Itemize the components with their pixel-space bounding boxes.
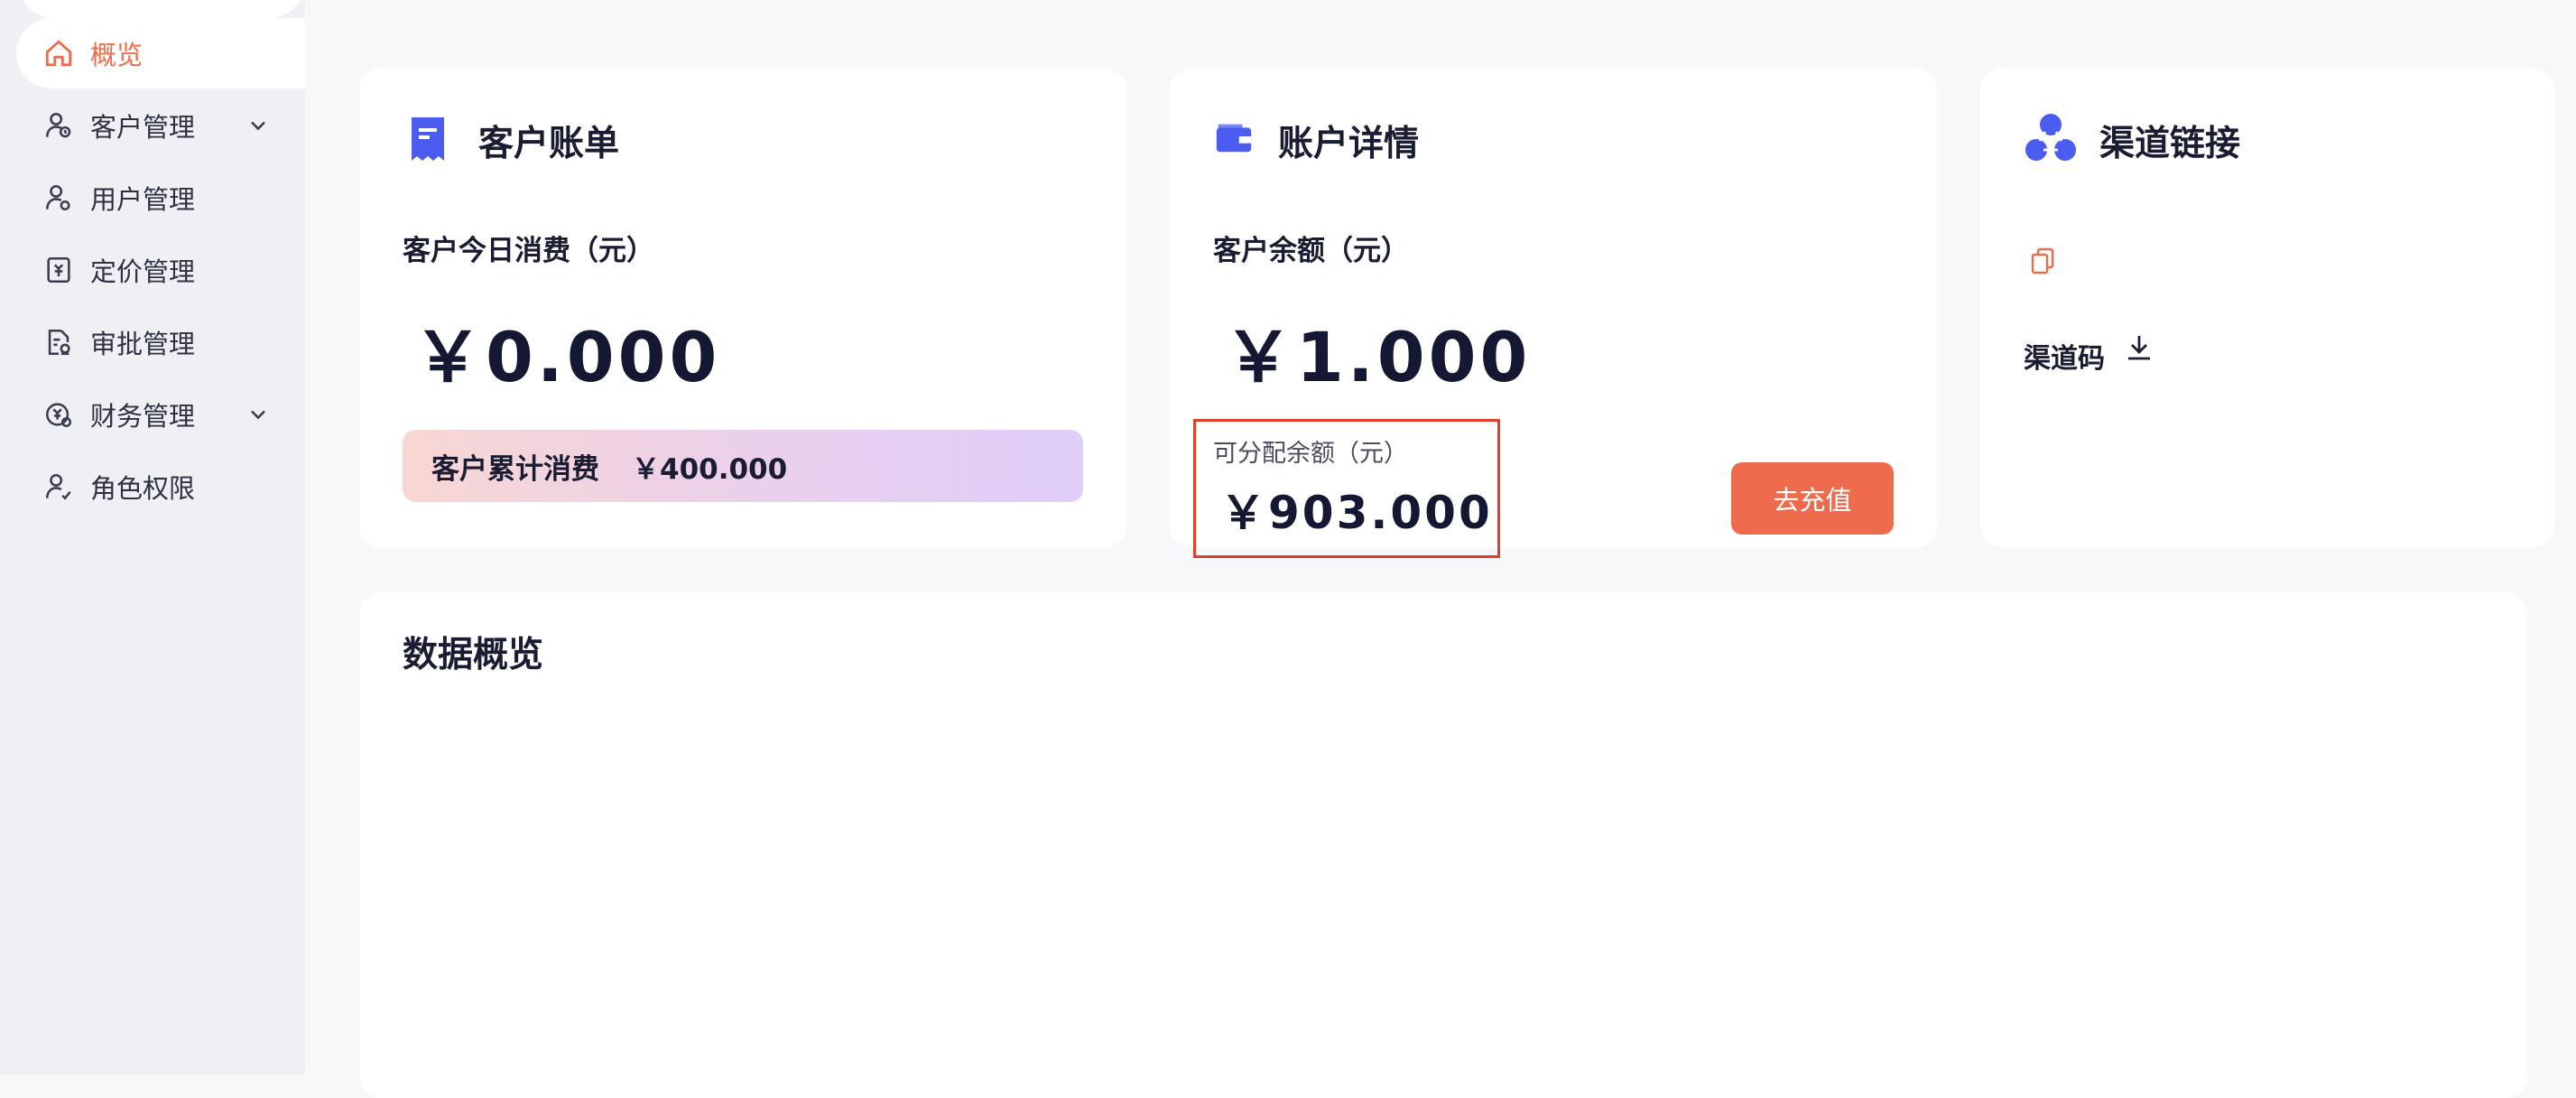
sidebar-item-label: 用户管理 xyxy=(90,184,196,215)
sidebar-item-label: 客户管理 xyxy=(90,112,196,143)
sidebar-item-overview[interactable]: 概览 xyxy=(16,18,305,88)
sidebar-item-label: 定价管理 xyxy=(90,256,196,287)
sidebar-item-label: 财务管理 xyxy=(90,401,196,432)
finance-icon xyxy=(43,399,74,430)
data-overview-card xyxy=(359,592,2527,1098)
sidebar-top-item-fragment xyxy=(18,0,305,18)
chevron-down-icon xyxy=(251,410,265,420)
today-consumption-label: 客户今日消费（元） xyxy=(403,235,654,267)
pricing-icon xyxy=(43,255,74,285)
allocatable-balance-label: 可分配余额（元） xyxy=(1213,440,1408,468)
sidebar-item-approval-management[interactable]: 审批管理 xyxy=(16,307,305,377)
total-consumption-label: 客户累计消费 xyxy=(431,452,599,486)
receipt-icon xyxy=(412,117,444,161)
channel-link-title: 渠道链接 xyxy=(2099,124,2241,164)
share-nodes-icon xyxy=(2025,114,2076,161)
data-overview-title: 数据概览 xyxy=(403,635,544,675)
allocatable-balance-amount: ￥903.000 xyxy=(1220,487,1493,539)
sidebar: 概览 客户管理 用户管理 定价管理 审批管理 财务管理 角色权限 xyxy=(0,0,305,1075)
customer-bill-title: 客户账单 xyxy=(478,124,620,164)
customer-icon xyxy=(43,110,74,141)
sidebar-item-pricing-management[interactable]: 定价管理 xyxy=(16,235,305,305)
balance-amount: ￥1.000 xyxy=(1224,317,1532,397)
account-details-title: 账户详情 xyxy=(1278,124,1420,164)
wallet-icon xyxy=(1216,124,1252,153)
home-icon xyxy=(43,38,74,69)
sidebar-item-customer-management[interactable]: 客户管理 xyxy=(16,90,305,161)
user-icon xyxy=(43,182,74,213)
today-consumption-amount: ￥0.000 xyxy=(413,317,721,397)
role-icon xyxy=(43,471,74,502)
balance-label: 客户余额（元） xyxy=(1213,235,1409,267)
sidebar-item-label: 角色权限 xyxy=(90,473,196,504)
total-consumption-amount: ￥400.000 xyxy=(632,452,788,486)
sidebar-item-role-permissions[interactable]: 角色权限 xyxy=(16,451,305,522)
sidebar-item-user-management[interactable]: 用户管理 xyxy=(16,163,305,233)
sidebar-item-finance-management[interactable]: 财务管理 xyxy=(16,379,305,450)
sidebar-item-label: 概览 xyxy=(90,40,144,70)
download-icon[interactable] xyxy=(2127,334,2152,361)
channel-code-label: 渠道码 xyxy=(2024,343,2105,375)
sidebar-item-label: 审批管理 xyxy=(90,329,196,359)
total-consumption-pill: 客户累计消费 ￥400.000 xyxy=(403,430,1083,502)
chevron-down-icon xyxy=(251,121,265,131)
copy-icon[interactable] xyxy=(2031,247,2054,274)
approval-icon xyxy=(43,327,74,358)
recharge-button[interactable]: 去充值 xyxy=(1731,462,1894,535)
